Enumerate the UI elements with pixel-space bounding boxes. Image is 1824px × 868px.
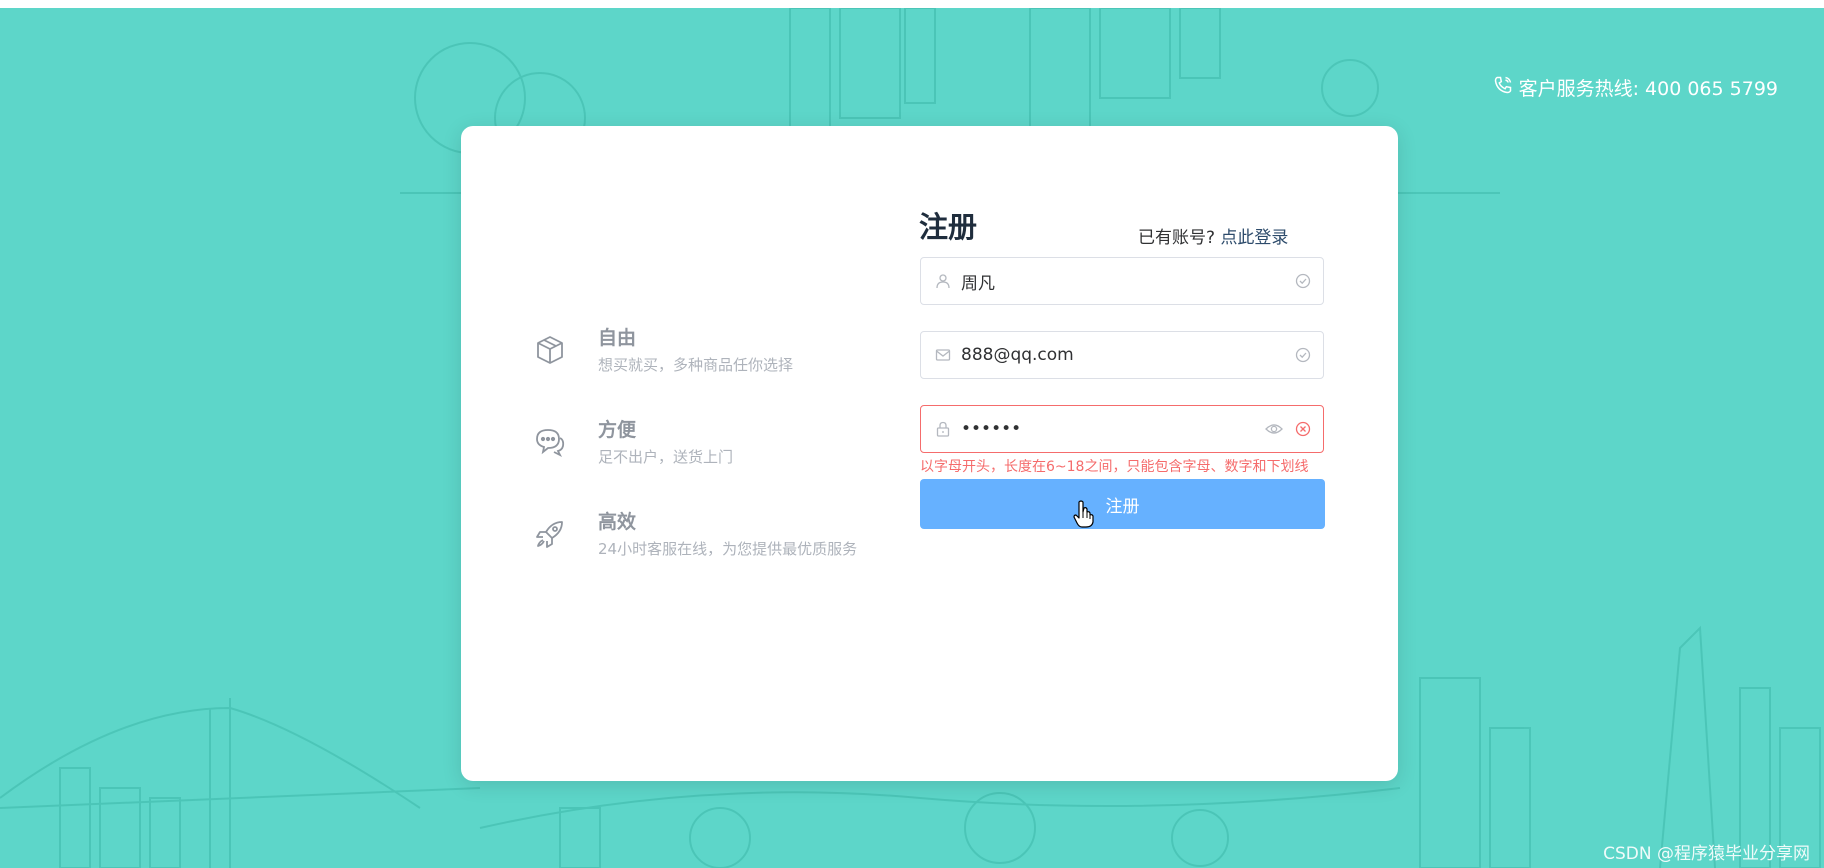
feature-title: 方便: [598, 419, 637, 441]
rocket-icon: [534, 518, 566, 550]
feature-convenience: 方便 足不出户，送货上门: [534, 418, 733, 468]
hand-pointer-icon: [1073, 500, 1095, 528]
feature-description: 想买就买，多种商品任你选择: [598, 356, 794, 374]
feature-title: 高效: [598, 511, 637, 533]
register-button[interactable]: 注册: [920, 479, 1325, 529]
eye-icon[interactable]: [1265, 420, 1283, 438]
user-icon: [935, 273, 951, 289]
watermark: CSDN @程序猿毕业分享网: [1603, 844, 1810, 864]
phone-icon: [1493, 75, 1513, 100]
lock-icon: [935, 421, 951, 437]
valid-check-icon: [1295, 347, 1311, 363]
feature-description: 24小时客服在线，为您提供最优质服务: [598, 540, 858, 558]
email-field[interactable]: [920, 331, 1324, 379]
login-link[interactable]: 点此登录: [1220, 228, 1288, 248]
feature-freedom: 自由 想买就买，多种商品任你选择: [534, 326, 793, 376]
username-input[interactable]: [959, 270, 1295, 292]
login-prompt-row: 已有账号? 点此登录: [1138, 223, 1288, 248]
username-field[interactable]: [920, 257, 1324, 305]
feature-description: 足不出户，送货上门: [598, 448, 734, 466]
error-circle-icon: [1295, 421, 1311, 437]
password-error-message: 以字母开头，长度在6~18之间，只能包含字母、数字和下划线: [920, 459, 1309, 475]
feature-efficiency: 高效 24小时客服在线，为您提供最优质服务: [534, 510, 857, 560]
login-prompt-text: 已有账号?: [1138, 228, 1216, 248]
customer-hotline: 客户服务热线: 400 065 5799: [1493, 74, 1778, 101]
form-title: 注册: [919, 210, 978, 244]
password-field[interactable]: [920, 405, 1324, 453]
mail-icon: [935, 347, 951, 363]
valid-check-icon: [1295, 273, 1311, 289]
feature-title: 自由: [598, 327, 637, 349]
cube-icon: [534, 334, 566, 366]
password-input[interactable]: [959, 418, 1265, 440]
email-input[interactable]: [959, 344, 1295, 366]
register-card: 自由 想买就买，多种商品任你选择 方便 足不出户，送货上门 高效 24小时客服在…: [461, 126, 1398, 781]
chat-bubbles-icon: [534, 426, 566, 458]
hotline-text: 客户服务热线: 400 065 5799: [1518, 78, 1778, 100]
